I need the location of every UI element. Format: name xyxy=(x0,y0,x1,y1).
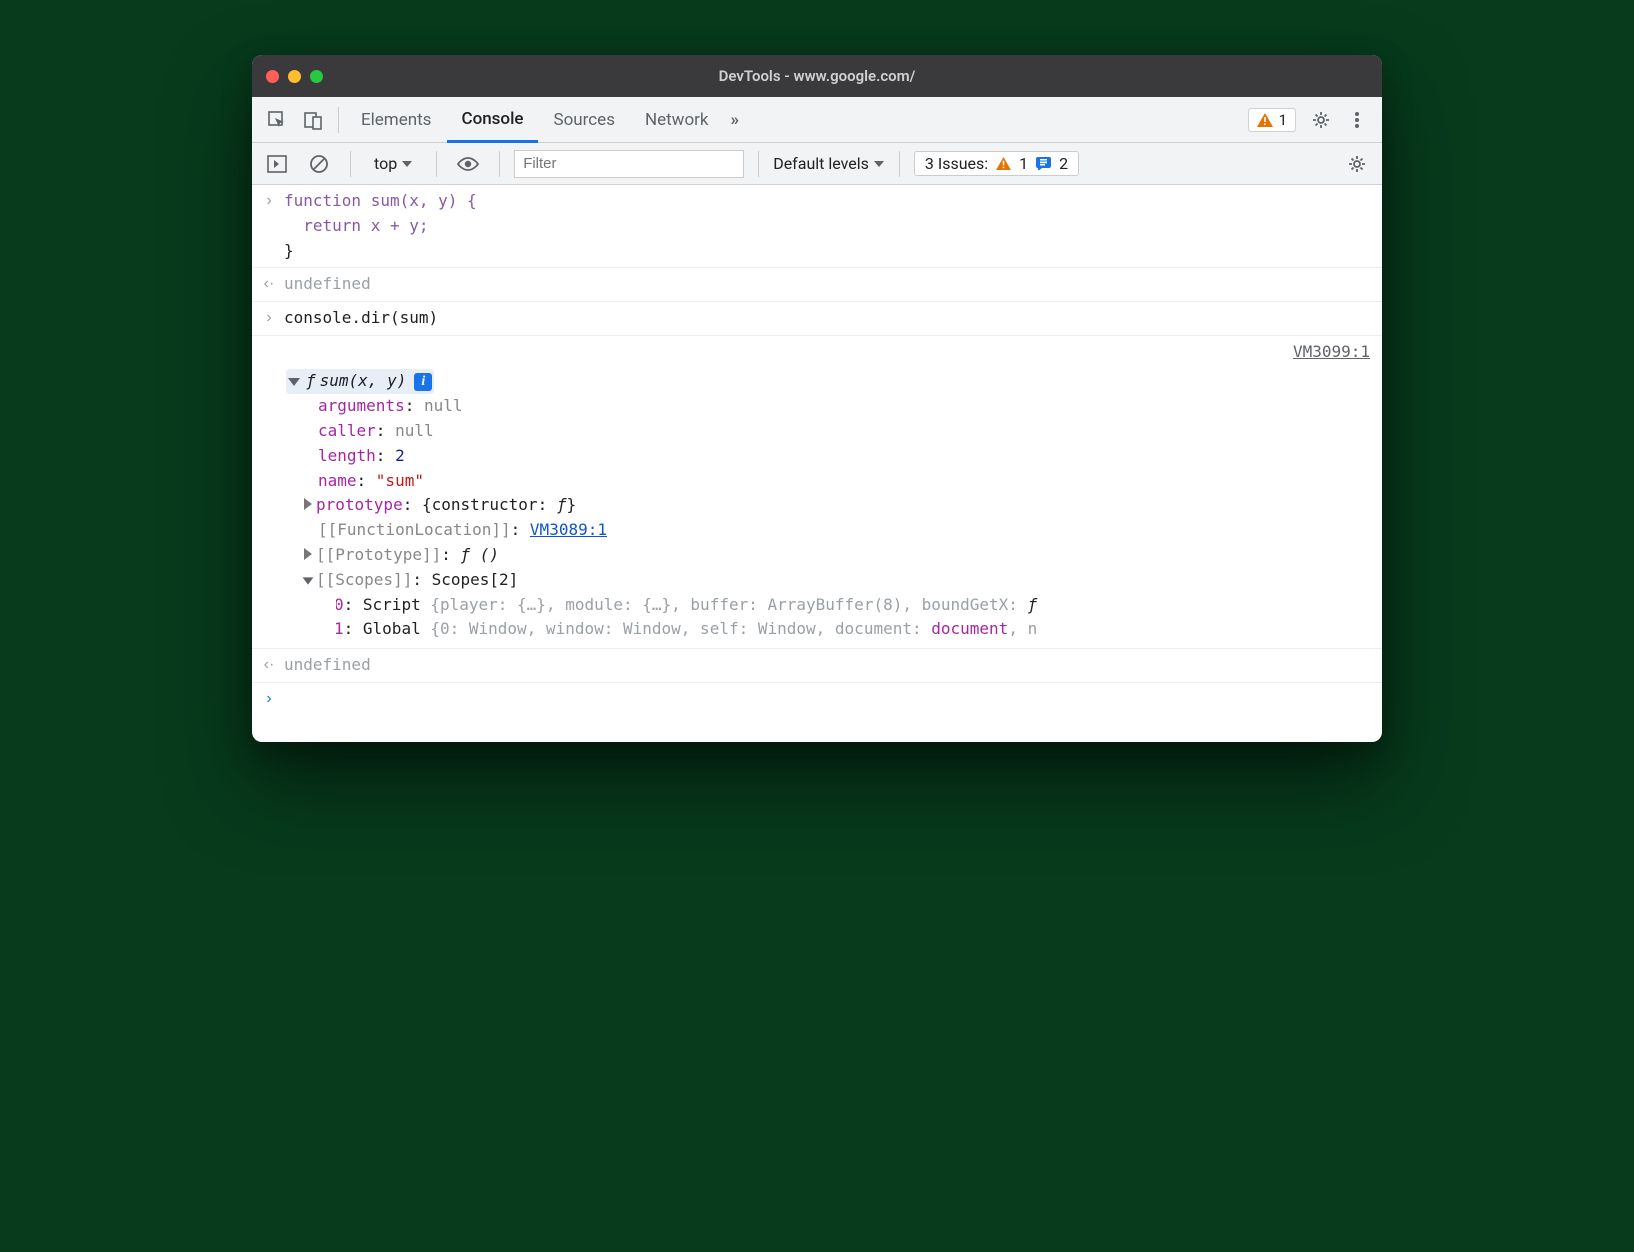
context-label: top xyxy=(374,154,397,173)
scope-item[interactable]: 1: Global {0: Window, window: Window, se… xyxy=(336,617,1370,642)
prop-key[interactable]: [[FunctionLocation]] xyxy=(318,520,511,539)
settings-icon[interactable] xyxy=(1304,103,1338,137)
clear-console-icon[interactable] xyxy=(302,147,336,181)
titlebar: DevTools - www.google.com/ xyxy=(252,55,1382,97)
console-result-row: ‹· undefined xyxy=(252,268,1382,302)
window-title: DevTools - www.google.com/ xyxy=(252,67,1382,85)
warn-count: 1 xyxy=(1019,154,1028,173)
chevron-down-icon xyxy=(401,159,413,169)
prop-value: null xyxy=(395,421,434,440)
info-icon[interactable]: i xyxy=(414,373,432,391)
prop-value: 2 xyxy=(395,446,405,465)
prop-key[interactable]: name xyxy=(318,471,357,490)
context-selector[interactable]: top xyxy=(365,149,422,178)
chevron-down-icon xyxy=(873,159,885,169)
live-expression-icon[interactable] xyxy=(451,147,485,181)
close-icon[interactable] xyxy=(266,70,279,83)
result-value: undefined xyxy=(284,272,371,297)
devtools-window: DevTools - www.google.com/ Elements Cons… xyxy=(252,55,1382,742)
console-body: › function sum(x, y) { return x + y; } ‹… xyxy=(252,185,1382,742)
log-levels-selector[interactable]: Default levels xyxy=(773,154,885,173)
prop-value: Scopes[2] xyxy=(432,570,519,589)
prop-key[interactable]: length xyxy=(318,446,376,465)
issues-pill[interactable]: 3 Issues: 1 2 xyxy=(914,151,1079,176)
info-count: 2 xyxy=(1059,154,1068,173)
expand-toggle-icon[interactable] xyxy=(303,577,314,584)
zoom-icon[interactable] xyxy=(310,70,323,83)
main-tabstrip: Elements Console Sources Network » 1 xyxy=(252,97,1382,143)
prop-key[interactable]: prototype xyxy=(316,495,403,514)
minimize-icon[interactable] xyxy=(288,70,301,83)
tab-label: Network xyxy=(645,110,709,130)
tabs-overflow[interactable]: » xyxy=(725,97,746,142)
separator xyxy=(758,151,759,177)
inspect-icon[interactable] xyxy=(260,103,294,137)
expand-toggle-icon[interactable] xyxy=(304,498,312,510)
vm-link[interactable]: VM3089:1 xyxy=(530,520,607,539)
prop-value: "sum" xyxy=(376,471,424,490)
issues-badge[interactable]: 1 xyxy=(1248,108,1296,132)
function-f-icon: ƒ xyxy=(306,369,316,394)
prop-key[interactable]: [[Prototype]] xyxy=(316,545,441,564)
filter-input[interactable] xyxy=(514,150,744,178)
info-square-icon xyxy=(1036,157,1051,170)
tab-elements[interactable]: Elements xyxy=(347,97,445,142)
scope-item[interactable]: 0: Script {player: {…}, module: {…}, buf… xyxy=(336,593,1370,618)
console-input-row: › console.dir(sum) xyxy=(252,302,1382,336)
tab-label: Sources xyxy=(554,110,615,130)
result-value: undefined xyxy=(284,653,371,678)
tab-network[interactable]: Network xyxy=(631,97,723,142)
tab-label: Console xyxy=(461,109,523,129)
warning-icon xyxy=(996,157,1011,170)
separator xyxy=(338,107,339,133)
object-properties: arguments: null caller: null length: 2 n… xyxy=(318,394,1370,592)
console-input-row: › function sum(x, y) { return x + y; } xyxy=(252,185,1382,268)
code-input: console.dir(sum) xyxy=(284,306,438,331)
expand-toggle-icon[interactable] xyxy=(288,378,300,386)
more-icon[interactable] xyxy=(1340,103,1374,137)
tab-console[interactable]: Console xyxy=(447,98,537,143)
issues-count: 1 xyxy=(1279,111,1287,129)
expand-toggle-icon[interactable] xyxy=(304,548,312,560)
console-settings-icon[interactable] xyxy=(1340,147,1374,181)
prop-key[interactable]: arguments xyxy=(318,396,405,415)
tab-sources[interactable]: Sources xyxy=(540,97,629,142)
console-toolbar: top Default levels 3 Issues: 1 2 xyxy=(252,143,1382,185)
device-toolbar-icon[interactable] xyxy=(296,103,330,137)
input-chevron-icon: › xyxy=(262,189,276,214)
separator xyxy=(436,151,437,177)
tab-label: Elements xyxy=(361,110,431,130)
output-chevron-icon: ‹· xyxy=(262,272,276,297)
prop-value: null xyxy=(424,396,463,415)
scopes-list: 0: Script {player: {…}, module: {…}, buf… xyxy=(336,593,1370,643)
console-result-row: ‹· undefined xyxy=(252,649,1382,683)
function-signature: sum(x, y) xyxy=(320,369,407,394)
levels-label: Default levels xyxy=(773,154,869,173)
separator xyxy=(499,151,500,177)
warning-icon xyxy=(1257,113,1273,127)
traffic-lights xyxy=(266,70,323,83)
prop-key[interactable]: [[Scopes]] xyxy=(316,570,412,589)
prompt-chevron-icon: › xyxy=(262,687,276,712)
separator xyxy=(350,151,351,177)
toggle-sidebar-icon[interactable] xyxy=(260,147,294,181)
input-chevron-icon: › xyxy=(262,306,276,331)
separator xyxy=(899,151,900,177)
prop-key[interactable]: caller xyxy=(318,421,376,440)
code-input: function sum(x, y) { return x + y; } xyxy=(284,189,477,263)
console-prompt-row[interactable]: › xyxy=(252,683,1382,742)
source-link[interactable]: VM3099:1 xyxy=(1293,340,1370,365)
object-header[interactable]: ƒ sum(x, y) i xyxy=(286,369,434,394)
output-chevron-icon: ‹· xyxy=(262,653,276,678)
console-dir-output: VM3099:1 ƒ sum(x, y) i arguments: null c… xyxy=(252,336,1382,649)
issues-label: 3 Issues: xyxy=(925,154,988,173)
